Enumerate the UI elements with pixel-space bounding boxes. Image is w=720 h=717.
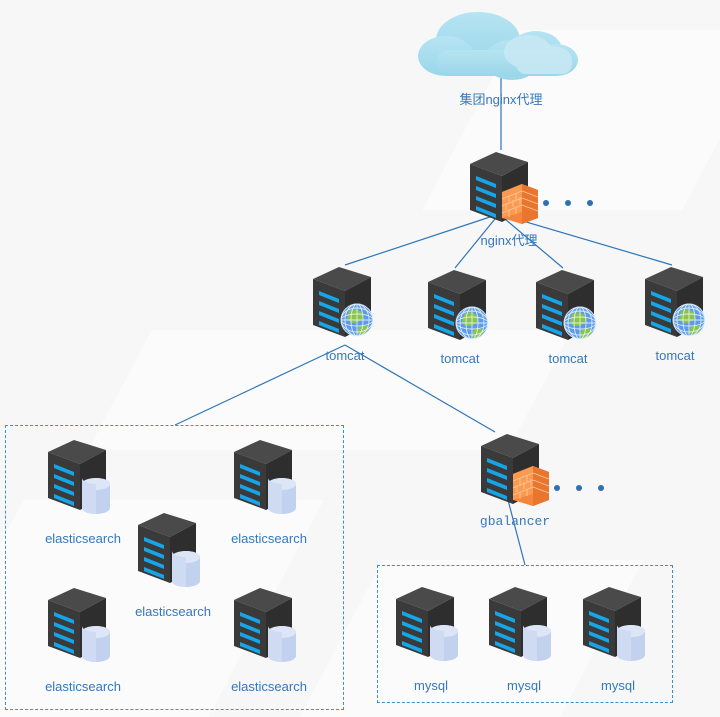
mysql-label: mysql <box>507 678 541 693</box>
nginx-proxy-label: nginx代理 <box>480 233 538 248</box>
server-firewall-icon <box>470 152 539 224</box>
cloud-label: 集团nginx代理 <box>459 92 543 107</box>
tomcat-label: tomcat <box>325 348 365 363</box>
gbalancer-label: gbalancer <box>479 514 551 529</box>
database-cylinder <box>172 551 200 587</box>
server-globe-icon <box>313 267 374 337</box>
elasticsearch-label: elasticsearch <box>135 604 211 619</box>
elasticsearch-label: elasticsearch <box>231 531 307 546</box>
link-tomcat-to-elasticsearch <box>174 344 346 426</box>
elasticsearch-label: elasticsearch <box>231 679 307 694</box>
server-db-icon <box>48 440 110 514</box>
database-cylinder <box>82 478 110 514</box>
server-db-icon <box>583 587 645 661</box>
mysql-label: mysql <box>414 678 448 693</box>
gbalancer-more-dots <box>554 485 604 491</box>
tomcat-label: tomcat <box>440 351 480 366</box>
database-cylinder <box>430 625 458 661</box>
server-globe-icon <box>428 270 489 340</box>
server-db-icon <box>48 588 110 662</box>
elasticsearch-label: elasticsearch <box>45 679 121 694</box>
server-db-icon <box>489 587 551 661</box>
mysql-label: mysql <box>601 678 635 693</box>
nginx-more-dots <box>543 200 593 206</box>
database-cylinder <box>268 478 296 514</box>
server-db-icon <box>234 588 296 662</box>
server-firewall-icon <box>481 434 550 506</box>
elasticsearch-label: elasticsearch <box>45 531 121 546</box>
cloud-icon <box>418 12 578 80</box>
database-cylinder <box>268 626 296 662</box>
server-db-icon <box>138 513 200 587</box>
database-cylinder <box>523 625 551 661</box>
architecture-diagram: 集团nginx代理 nginx代理 tomcat tomcat tomcat t… <box>0 0 720 717</box>
database-cylinder <box>617 625 645 661</box>
database-cylinder <box>82 626 110 662</box>
server-db-icon <box>396 587 458 661</box>
tomcat-label: tomcat <box>655 348 695 363</box>
tomcat-label: tomcat <box>548 351 588 366</box>
server-db-icon <box>234 440 296 514</box>
server-globe-icon <box>645 267 706 337</box>
server-globe-icon <box>536 270 597 340</box>
